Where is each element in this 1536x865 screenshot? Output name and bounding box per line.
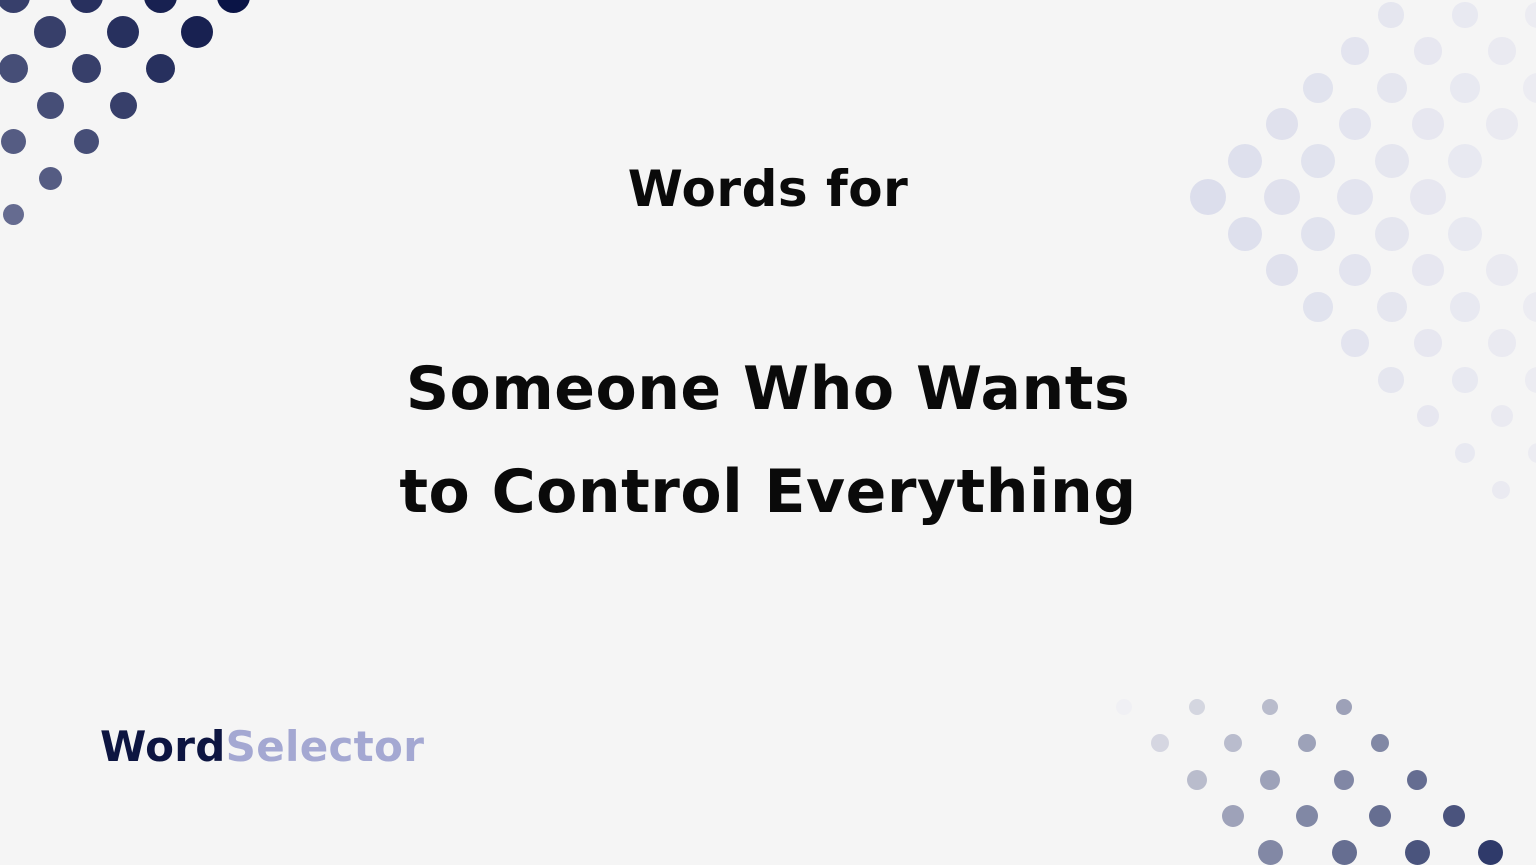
decorative-dot	[1189, 699, 1205, 715]
decorative-dot	[1224, 734, 1242, 752]
decorative-dot	[1404, 839, 1430, 865]
decorative-dot	[107, 16, 139, 48]
decorative-dot	[1228, 217, 1262, 251]
decorative-dot	[1452, 2, 1478, 28]
decorative-dot	[1298, 734, 1316, 752]
decorative-dot	[1414, 37, 1442, 65]
decorative-dot	[1412, 254, 1444, 286]
decorative-dot	[1296, 805, 1318, 827]
decorative-dot	[0, 128, 26, 154]
decorative-dot	[145, 53, 175, 83]
decorative-dot	[1377, 292, 1407, 322]
decorative-dot	[1339, 254, 1371, 286]
decorative-dot	[36, 91, 64, 119]
decorative-dot	[143, 0, 177, 13]
decorative-dot	[0, 53, 28, 83]
decorative-dot	[1257, 839, 1283, 865]
decorative-dot	[73, 128, 99, 154]
decorative-dot	[1450, 73, 1480, 103]
decorative-dot	[69, 0, 103, 13]
decorative-dot	[1331, 839, 1357, 865]
decorative-dot	[1260, 770, 1280, 790]
decorative-dot	[1303, 73, 1333, 103]
decorative-dot	[1486, 108, 1518, 140]
wordselector-logo: WordSelector	[100, 722, 424, 771]
decorative-dot	[1443, 805, 1465, 827]
decorative-dot	[1486, 254, 1518, 286]
title-line-2: to Control Everything	[399, 457, 1137, 527]
decorative-dot	[1187, 770, 1207, 790]
decorative-dot	[1488, 37, 1516, 65]
decorative-dot	[1375, 217, 1409, 251]
decorative-dot	[1301, 217, 1335, 251]
decorative-dot	[71, 53, 101, 83]
page-title: Someone Who Wants to Control Everything	[0, 338, 1536, 544]
decorative-dot	[1262, 699, 1278, 715]
decorative-dot	[1266, 108, 1298, 140]
decorative-dot	[1266, 254, 1298, 286]
decorative-dot	[1523, 73, 1536, 103]
logo-word: Word	[100, 722, 226, 771]
decorative-dot	[1222, 805, 1244, 827]
decorative-dot	[1339, 108, 1371, 140]
logo-selector: Selector	[225, 722, 425, 771]
decorative-dot	[34, 16, 66, 48]
decorative-dot	[1450, 292, 1480, 322]
decorative-dot	[1525, 2, 1536, 28]
decorative-dot	[1334, 770, 1354, 790]
decorative-dot	[1336, 699, 1352, 715]
decorative-dot	[1523, 292, 1536, 322]
decorative-dot	[0, 0, 30, 13]
title-line-1: Someone Who Wants	[405, 354, 1131, 424]
decorative-dot	[1377, 73, 1407, 103]
decorative-dot	[1371, 734, 1389, 752]
decorative-dot	[181, 16, 213, 48]
decorative-dot	[1448, 217, 1482, 251]
decorative-dot	[109, 91, 137, 119]
decorative-dot	[1477, 839, 1503, 865]
decorative-dot	[1412, 108, 1444, 140]
decorative-dot	[1369, 805, 1391, 827]
decorative-dot	[1116, 699, 1132, 715]
pre-title: Words for	[627, 160, 909, 218]
decorative-dot	[1407, 770, 1427, 790]
decorative-dot	[216, 0, 250, 13]
decorative-dot	[1303, 292, 1333, 322]
decorative-dot	[1341, 37, 1369, 65]
decorative-dot	[1378, 2, 1404, 28]
decorative-dot	[1151, 734, 1169, 752]
